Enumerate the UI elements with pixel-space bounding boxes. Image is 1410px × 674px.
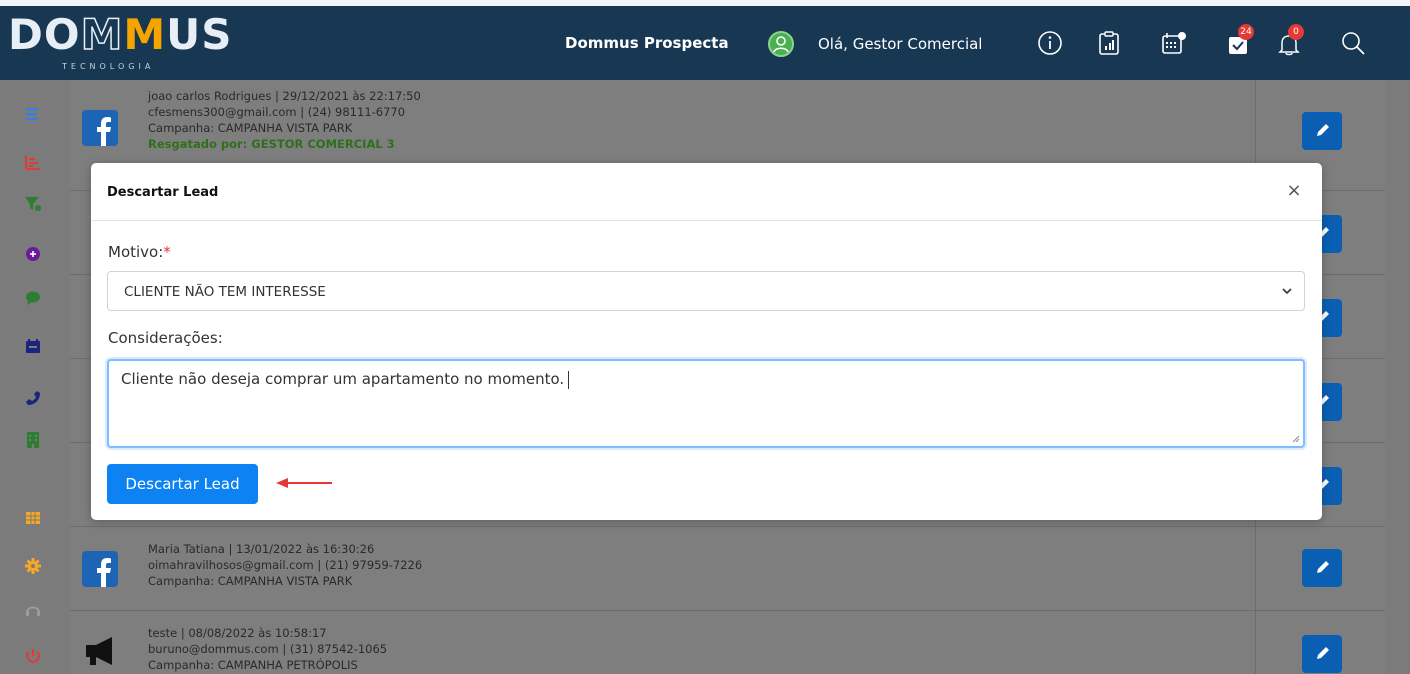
- building-icon[interactable]: [23, 430, 43, 450]
- motivo-selected-value: CLIENTE NÃO TEM INTERESSE: [124, 284, 326, 300]
- row-actions: [1255, 611, 1385, 674]
- lead-name-date: Maria Tatiana | 13/01/2022 às 16:30:26: [148, 542, 375, 556]
- lead-info: teste | 08/08/2022 às 10:58:17 buruno@do…: [148, 625, 387, 673]
- clipboard-chart-icon[interactable]: [1094, 28, 1124, 58]
- tasks-badge: 24: [1238, 24, 1254, 40]
- top-navbar: DOMMUS TECNOLOGIA Dommus Prospecta Olá, …: [0, 6, 1410, 80]
- chart-icon[interactable]: [23, 152, 43, 172]
- logo-subtitle: TECNOLOGIA: [62, 62, 155, 71]
- table-row[interactable]: Maria Tatiana | 13/01/2022 às 16:30:26 o…: [70, 527, 1385, 611]
- logo-part: US: [166, 10, 233, 59]
- close-icon[interactable]: ×: [1284, 181, 1304, 201]
- dommus-logo[interactable]: DOMMUS TECNOLOGIA: [8, 9, 232, 76]
- logo-part: M: [123, 10, 167, 59]
- lead-info: joao carlos Rodrigues | 29/12/2021 às 22…: [148, 88, 421, 152]
- chat-icon[interactable]: [23, 288, 43, 308]
- sidebar: [0, 80, 70, 674]
- discard-lead-button[interactable]: Descartar Lead: [107, 464, 258, 504]
- resize-handle-icon[interactable]: [1292, 435, 1300, 443]
- app-title: Dommus Prospecta: [565, 34, 729, 52]
- text-caret: [568, 370, 570, 389]
- tasks-icon[interactable]: 24: [1224, 24, 1254, 58]
- lead-contact: cfesmens300@gmail.com | (24) 98111-6770: [148, 105, 406, 119]
- row-actions: [1255, 527, 1385, 610]
- logo-part: M: [80, 9, 124, 60]
- lead-info: Maria Tatiana | 13/01/2022 às 16:30:26 o…: [148, 541, 422, 589]
- lead-contact: buruno@dommus.com | (31) 87542-1065: [148, 642, 388, 656]
- add-circle-icon[interactable]: [23, 244, 43, 264]
- power-icon[interactable]: [23, 646, 43, 666]
- lead-campaign: Campanha: CAMPANHA PETRÓPOLIS: [148, 658, 358, 672]
- motivo-label-text: Motivo:: [108, 243, 164, 261]
- consideracoes-label: Considerações:: [108, 329, 223, 347]
- edit-button[interactable]: [1302, 112, 1342, 150]
- facebook-icon: [82, 551, 118, 587]
- calendar-icon[interactable]: [1158, 28, 1188, 58]
- user-greeting[interactable]: Olá, Gestor Comercial: [818, 35, 982, 53]
- user-icon: [773, 36, 789, 53]
- edit-button[interactable]: [1302, 635, 1342, 673]
- menu-icon[interactable]: [23, 104, 43, 124]
- gear-icon[interactable]: [23, 556, 43, 576]
- annotation-arrow-icon: [276, 478, 332, 488]
- modal-title: Descartar Lead: [107, 185, 219, 200]
- edit-button[interactable]: [1302, 549, 1342, 587]
- chevron-down-icon: [1282, 288, 1292, 295]
- lead-rescued-by: Resgatado por: GESTOR COMERCIAL 3: [148, 137, 395, 151]
- lead-contact: oimahravilhosos@gmail.com | (21) 97959-7…: [148, 558, 423, 572]
- table-row[interactable]: teste | 08/08/2022 às 10:58:17 buruno@do…: [70, 611, 1385, 674]
- consideracoes-value: Cliente não deseja comprar um apartament…: [121, 370, 565, 388]
- info-icon[interactable]: [1035, 28, 1065, 58]
- calendar-icon[interactable]: [23, 336, 43, 356]
- lead-campaign: Campanha: CAMPANHA VISTA PARK: [148, 574, 353, 588]
- search-icon[interactable]: [1338, 28, 1368, 58]
- notifications-badge: 0: [1288, 24, 1304, 40]
- motivo-label: Motivo:*: [108, 243, 171, 261]
- logo-wordmark: DOMMUS: [8, 9, 233, 60]
- lead-name-date: teste | 08/08/2022 às 10:58:17: [148, 626, 327, 640]
- discard-lead-modal: Descartar Lead × Motivo:* CLIENTE NÃO TE…: [91, 163, 1322, 520]
- user-avatar[interactable]: [768, 31, 794, 57]
- headset-icon[interactable]: [23, 600, 43, 620]
- megaphone-icon: [82, 633, 118, 669]
- bell-icon[interactable]: 0: [1274, 24, 1304, 58]
- facebook-icon: [82, 110, 118, 146]
- logo-part: DO: [8, 10, 81, 59]
- filter-icon[interactable]: [23, 194, 43, 214]
- table-icon[interactable]: [23, 508, 43, 528]
- motivo-select[interactable]: CLIENTE NÃO TEM INTERESSE: [107, 271, 1305, 311]
- consideracoes-textarea[interactable]: Cliente não deseja comprar um apartament…: [107, 359, 1305, 448]
- lead-name-date: joao carlos Rodrigues | 29/12/2021 às 22…: [148, 89, 421, 103]
- required-mark: *: [163, 243, 171, 261]
- lead-campaign: Campanha: CAMPANHA VISTA PARK: [148, 121, 353, 135]
- phone-icon[interactable]: [23, 388, 43, 408]
- modal-header: Descartar Lead ×: [91, 163, 1322, 221]
